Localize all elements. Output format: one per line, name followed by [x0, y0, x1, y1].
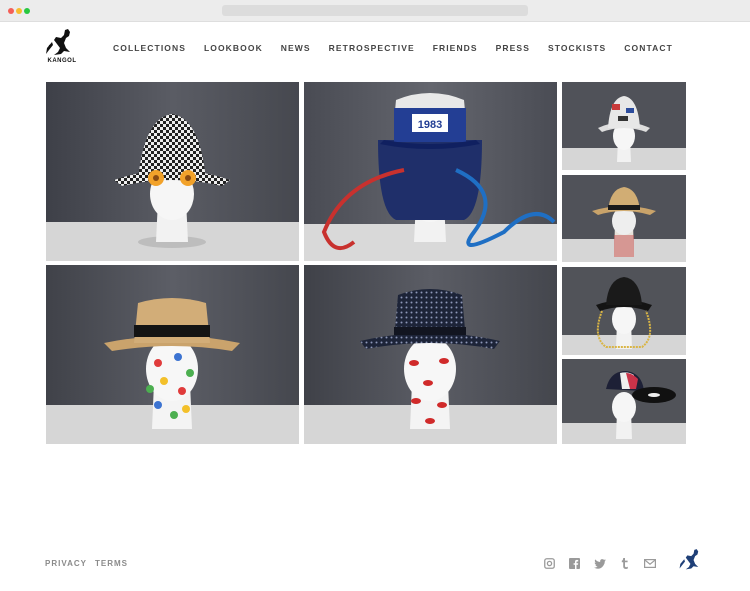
- nav-item-contact[interactable]: CONTACT: [624, 43, 673, 53]
- gallery-tile-lips-fedora[interactable]: [304, 265, 557, 444]
- minimize-window-button[interactable]: [16, 8, 22, 14]
- instagram-icon[interactable]: [543, 557, 556, 570]
- social-links: [543, 557, 656, 570]
- maximize-window-button[interactable]: [24, 8, 30, 14]
- tumblr-icon[interactable]: [618, 557, 631, 570]
- address-bar[interactable]: [222, 5, 528, 16]
- gallery-tile-straw-fedora[interactable]: [562, 175, 686, 262]
- printed-bucket-hat-photo: [562, 82, 686, 170]
- terms-link[interactable]: TERMS: [95, 559, 128, 568]
- twitter-icon[interactable]: [593, 557, 606, 570]
- footer-links: PRIVACY TERMS: [45, 559, 128, 568]
- checkered-bucket-hat-photo: [46, 82, 299, 261]
- email-icon[interactable]: [643, 557, 656, 570]
- vinyl-cap-photo: [562, 359, 686, 444]
- gallery-tile-printed-bucket-hat[interactable]: [562, 82, 686, 170]
- nav-item-lookbook[interactable]: LOOKBOOK: [204, 43, 263, 53]
- nav-item-stockists[interactable]: STOCKISTS: [548, 43, 606, 53]
- logo-wordmark: KANGOL: [47, 58, 77, 64]
- facebook-icon[interactable]: [568, 557, 581, 570]
- browser-chrome: [0, 0, 750, 22]
- gallery-tile-black-bucket-hat[interactable]: [562, 267, 686, 355]
- privacy-link[interactable]: PRIVACY: [45, 559, 87, 568]
- nav-item-retrospective[interactable]: RETROSPECTIVE: [329, 43, 415, 53]
- gallery-tile-blue-cap[interactable]: 1983: [304, 82, 557, 261]
- close-window-button[interactable]: [8, 8, 14, 14]
- gallery-tile-vinyl-cap[interactable]: [562, 359, 686, 444]
- gallery-tile-straw-boater[interactable]: [46, 265, 299, 444]
- straw-fedora-photo: [562, 175, 686, 262]
- nav-item-friends[interactable]: FRIENDS: [433, 43, 478, 53]
- lips-print-fedora-photo: [304, 265, 557, 444]
- straw-boater-polka-dot-photo: [46, 265, 299, 444]
- gallery-tile-checkered-bucket-hat[interactable]: [46, 82, 299, 261]
- kangaroo-icon: [46, 29, 70, 55]
- kangaroo-icon: [679, 549, 699, 570]
- cap-label-text: 1983: [418, 119, 442, 131]
- main-nav: COLLECTIONS LOOKBOOK NEWS RETROSPECTIVE …: [113, 42, 673, 54]
- nav-item-collections[interactable]: COLLECTIONS: [113, 43, 186, 53]
- nav-item-news[interactable]: NEWS: [281, 43, 311, 53]
- footer-kangaroo-logo[interactable]: [678, 546, 706, 574]
- blue-1983-cap-photo: 1983: [304, 82, 557, 261]
- nav-item-press[interactable]: PRESS: [496, 43, 530, 53]
- black-bucket-hat-chain-photo: [562, 267, 686, 355]
